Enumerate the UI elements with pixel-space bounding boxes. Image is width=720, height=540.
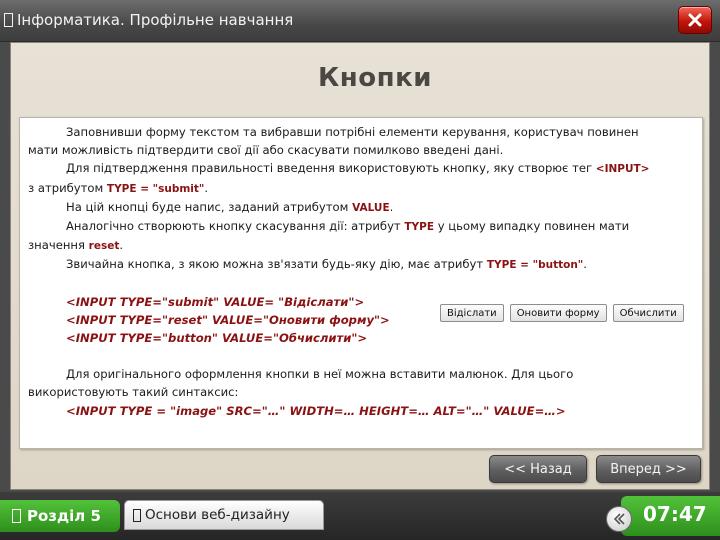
keyword: TYPE = "submit"	[106, 182, 205, 195]
title-bar: Інформатика. Профільне навчання	[0, 0, 720, 42]
course-label: Основи веб-дизайну	[145, 507, 290, 523]
paragraph-4-cont: значення reset.	[28, 236, 688, 255]
keyword: reset	[88, 240, 120, 253]
paragraph-6: Для оригінального оформлення кнопки в не…	[28, 365, 688, 383]
text-line: Для оригінального оформлення кнопки в не…	[66, 367, 574, 382]
text-line: мати можливість підтвердити свої дії або…	[28, 143, 504, 158]
reset-demo-button[interactable]: Оновити форму	[509, 304, 607, 322]
course-icon	[133, 508, 141, 522]
text-line: використовують такий синтаксис:	[28, 385, 239, 400]
back-button[interactable]: << Назад	[489, 455, 587, 483]
paragraph-4: Аналогічно створюють кнопку скасування д…	[28, 217, 688, 236]
text-line: у цьому випадку повинен мати	[434, 219, 630, 234]
text-line: Звичайна кнопка, з якою можна зв'язати б…	[66, 257, 487, 272]
paragraph-1-cont: мати можливість підтвердити свої дії або…	[28, 141, 688, 159]
code-line-button: <INPUT TYPE="button" VALUE="Обчислити">	[66, 331, 368, 346]
clock-time: 07:47	[643, 502, 707, 526]
text-line: .	[389, 199, 394, 214]
text-line: з атрибутом	[28, 180, 107, 195]
text-content: Заповнивши форму текстом та вибравши пот…	[19, 117, 703, 449]
nav-circle-button[interactable]	[606, 506, 632, 532]
text-line: .	[204, 180, 209, 195]
text-line: Для підтвердження правильності введення …	[66, 161, 596, 176]
app-icon	[4, 13, 13, 27]
keyword: <INPUT>	[595, 163, 650, 176]
close-button[interactable]	[678, 6, 712, 34]
text-line: Аналогічно створюють кнопку скасування д…	[66, 219, 405, 234]
paragraph-3: На цій кнопці буде напис, заданий атрибу…	[28, 198, 688, 217]
paragraph-1: Заповнивши форму текстом та вибравши пот…	[28, 123, 688, 141]
code-line-image: <INPUT TYPE = "image" SRC="…" WIDTH=… HE…	[66, 403, 566, 418]
compute-demo-button[interactable]: Обчислити	[612, 304, 684, 322]
text-line: На цій кнопці буде напис, заданий атрибу…	[66, 199, 353, 214]
submit-demo-button[interactable]: Відіслати	[440, 304, 504, 322]
forward-button[interactable]: Вперед >>	[596, 455, 701, 483]
keyword: TYPE = "button"	[486, 259, 584, 272]
section-label: Розділ 5	[27, 507, 101, 525]
slide-panel: Кнопки Заповнивши форму текстом та вибра…	[10, 42, 710, 490]
text-line: Заповнивши форму текстом та вибравши пот…	[66, 125, 639, 139]
keyword: VALUE	[352, 201, 390, 214]
paragraph-2-cont: з атрибутом TYPE = "submit".	[28, 179, 688, 198]
footer-bar: Розділ 5 Основи веб-дизайну 07:47	[0, 492, 720, 540]
paragraph-5: Звичайна кнопка, з якою можна зв'язати б…	[28, 255, 688, 274]
paragraph-2: Для підтвердження правильності введення …	[28, 159, 688, 178]
section-icon	[12, 509, 21, 523]
chevron-left-icon	[613, 513, 625, 525]
keyword: TYPE	[404, 221, 435, 234]
course-tab[interactable]: Основи веб-дизайну	[124, 500, 324, 530]
demo-buttons: Відіслати Оновити форму Обчислити	[440, 304, 684, 322]
text-line: значення	[28, 238, 89, 253]
text-line: .	[119, 238, 124, 253]
close-icon	[688, 13, 702, 27]
page-title: Кнопки	[318, 63, 432, 93]
paragraph-6-cont: використовують такий синтаксис:	[28, 383, 688, 401]
text-line: .	[583, 257, 587, 272]
section-tab[interactable]: Розділ 5	[0, 500, 120, 532]
window-title-text: Інформатика. Профільне навчання	[17, 11, 294, 29]
window-title: Інформатика. Профільне навчання	[4, 11, 293, 29]
